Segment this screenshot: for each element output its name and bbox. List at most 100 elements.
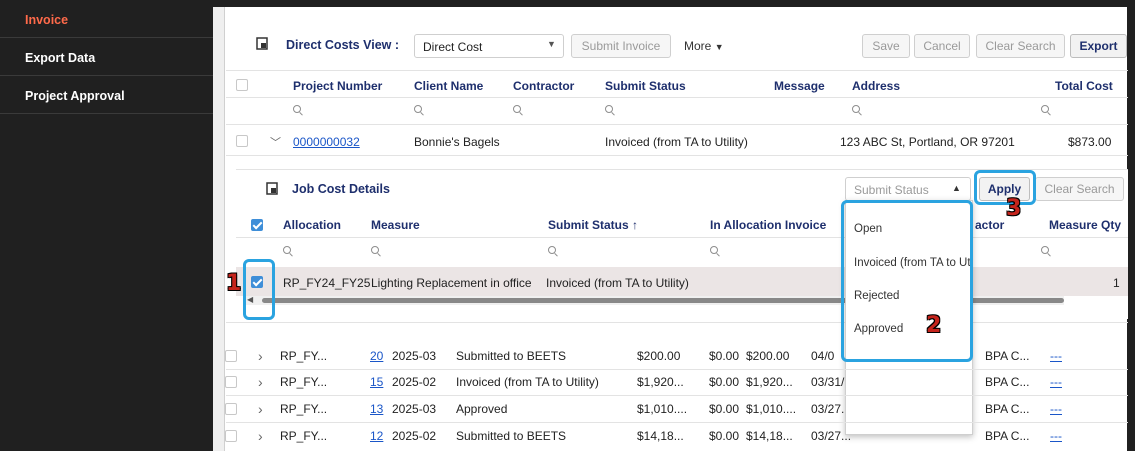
search-icon[interactable] xyxy=(1041,105,1051,115)
cell-org: BPA C... xyxy=(985,429,1030,443)
col-client-name[interactable]: Client Name xyxy=(414,79,483,93)
cell-status: Invoiced (from TA to Utility) xyxy=(456,375,599,389)
cell-date: 03/27. xyxy=(811,402,845,416)
client-name: Bonnie's Bagels xyxy=(414,135,500,149)
job-cost-title: Job Cost Details xyxy=(292,182,390,196)
cell-total: $14,18... xyxy=(746,429,793,443)
save-button[interactable]: Save xyxy=(862,34,910,58)
col-address[interactable]: Address xyxy=(852,79,900,93)
cell-total: $200.00 xyxy=(746,349,790,363)
row-checkbox[interactable] xyxy=(236,135,248,147)
chevron-right-icon[interactable]: › xyxy=(258,428,263,444)
select-all-checkbox[interactable] xyxy=(236,79,248,91)
divider xyxy=(226,395,1128,396)
submit-invoice-button[interactable]: Submit Invoice xyxy=(571,34,671,58)
cell-num[interactable]: 15 xyxy=(370,375,383,389)
chevron-down-icon: ▼ xyxy=(547,39,556,49)
cell-period: 2025-03 xyxy=(392,402,437,416)
chevron-down-icon[interactable]: ﹀ xyxy=(270,134,281,150)
cell-status: Approved xyxy=(456,402,508,416)
cell-zero: $0.00 xyxy=(709,375,740,389)
search-icon[interactable] xyxy=(605,105,615,115)
top-frame xyxy=(213,0,1135,7)
sidebar-item-invoice[interactable]: Invoice xyxy=(0,2,213,38)
cell-amount: $14,18... xyxy=(637,429,684,443)
row-checkbox[interactable] xyxy=(225,430,237,442)
col-in-allocation-invoice[interactable]: In Allocation Invoice xyxy=(710,218,826,232)
divider xyxy=(226,70,1128,71)
chevron-up-icon: ▲ xyxy=(952,183,961,193)
cell-org: BPA C... xyxy=(985,402,1030,416)
view-title: Direct Costs View : xyxy=(286,38,400,52)
cell-period: 2025-02 xyxy=(392,375,437,389)
divider xyxy=(226,124,1128,125)
total-cost-value: $873.00 xyxy=(1068,135,1112,149)
project-number-link[interactable]: 0000000032 xyxy=(293,135,360,149)
chevron-right-icon[interactable]: › xyxy=(258,401,263,417)
search-icon[interactable] xyxy=(371,246,381,256)
divider xyxy=(236,237,1128,238)
callout-box-2 xyxy=(841,200,973,362)
col-allocation[interactable]: Allocation xyxy=(283,218,341,232)
col-contractor[interactable]: actor xyxy=(975,218,1004,232)
chevron-right-icon[interactable]: › xyxy=(258,374,263,390)
callout-box-1 xyxy=(243,259,275,320)
search-icon[interactable] xyxy=(710,246,720,256)
more-menu[interactable]: More ▼ xyxy=(684,39,724,53)
sidebar-item-export-data[interactable]: Export Data xyxy=(0,40,213,76)
col-measure[interactable]: Measure xyxy=(371,218,420,232)
measure-value: Lighting Replacement in office xyxy=(371,276,532,290)
view-icon xyxy=(266,182,278,195)
cell-date: 03/27... xyxy=(811,429,852,443)
measure-qty-value: 1 xyxy=(1113,276,1120,290)
col-submit-status[interactable]: Submit Status xyxy=(605,79,686,93)
row-checkbox[interactable] xyxy=(225,376,237,388)
divider xyxy=(226,322,1128,323)
export-button[interactable]: Export xyxy=(1070,34,1127,58)
divider xyxy=(226,422,1128,423)
chevron-right-icon[interactable]: › xyxy=(258,348,263,364)
col-measure-qty[interactable]: Measure Qty xyxy=(1049,218,1121,232)
search-icon[interactable] xyxy=(293,105,303,115)
col-total-cost[interactable]: Total Cost xyxy=(1055,79,1113,93)
cell-link[interactable]: --- xyxy=(1050,349,1062,363)
search-icon[interactable] xyxy=(852,105,862,115)
sidebar-item-project-approval[interactable]: Project Approval xyxy=(0,78,213,114)
col-project-number[interactable]: Project Number xyxy=(293,79,382,93)
col-submit-status[interactable]: Submit Status ↑ xyxy=(548,218,638,232)
cell-link[interactable]: --- xyxy=(1050,402,1062,416)
row-checkbox[interactable] xyxy=(225,403,237,415)
search-icon[interactable] xyxy=(283,246,293,256)
clear-search-button[interactable]: Clear Search xyxy=(1035,177,1124,201)
cell-org: BPA C... xyxy=(985,349,1030,363)
row-checkbox[interactable] xyxy=(225,350,237,362)
col-message[interactable]: Message xyxy=(774,79,825,93)
submit-status-filter[interactable]: Submit Status ▲ xyxy=(845,177,971,201)
cell-status: Submitted to BEETS xyxy=(456,429,567,443)
select-all-checkbox[interactable] xyxy=(251,219,263,231)
divider xyxy=(226,155,1128,156)
callout-box-3 xyxy=(974,170,1036,205)
search-icon[interactable] xyxy=(548,246,558,256)
cell-date: 03/31/ xyxy=(811,375,845,389)
search-icon[interactable] xyxy=(1041,246,1051,256)
cell-date: 04/0 xyxy=(811,349,835,363)
col-submit-status-label: Submit Status xyxy=(548,218,629,232)
cell-num[interactable]: 20 xyxy=(370,349,383,363)
left-gutter xyxy=(213,7,225,451)
cell-link[interactable]: --- xyxy=(1050,375,1062,389)
cell-org: BPA C... xyxy=(985,375,1030,389)
cancel-button[interactable]: Cancel xyxy=(914,34,970,58)
search-icon[interactable] xyxy=(513,105,523,115)
callout-number-3: 3 xyxy=(1006,196,1022,221)
cell-num[interactable]: 13 xyxy=(370,402,383,416)
cell-num[interactable]: 12 xyxy=(370,429,383,443)
view-select[interactable]: Direct Cost ▼ xyxy=(414,34,564,58)
clear-search-button[interactable]: Clear Search xyxy=(976,34,1065,58)
address-value: 123 ABC St, Portland, OR 97201 xyxy=(840,135,1015,149)
cell-zero: $0.00 xyxy=(709,402,740,416)
cell-link[interactable]: --- xyxy=(1050,429,1062,443)
more-label: More xyxy=(684,39,712,53)
col-contractor[interactable]: Contractor xyxy=(513,79,574,93)
search-icon[interactable] xyxy=(414,105,424,115)
